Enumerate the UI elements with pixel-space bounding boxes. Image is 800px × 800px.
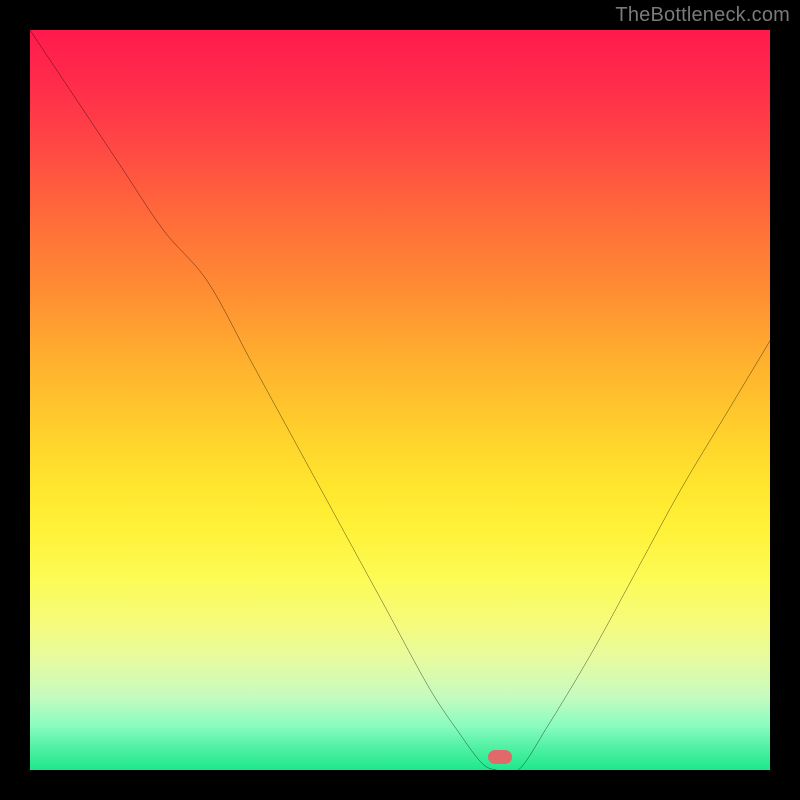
watermark-text: TheBottleneck.com <box>615 4 790 27</box>
chart-frame: TheBottleneck.com <box>0 0 800 800</box>
plot-area <box>30 30 770 770</box>
bottleneck-curve <box>30 30 770 770</box>
optimal-point-marker <box>488 750 512 764</box>
